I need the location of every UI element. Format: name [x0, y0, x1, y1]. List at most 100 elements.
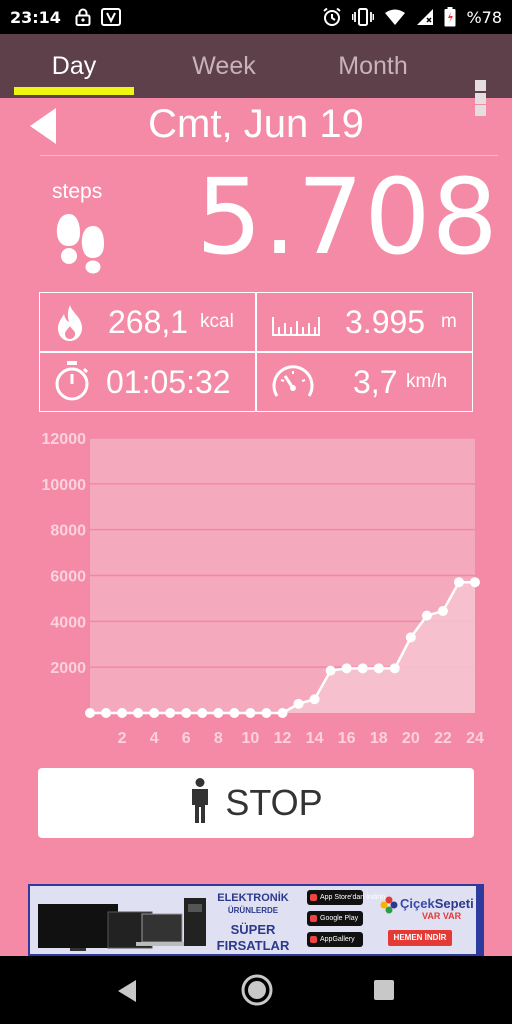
- calories-stat: 268,1 kcal: [40, 293, 255, 351]
- tab-week[interactable]: Week: [164, 34, 284, 98]
- ad-deals: FIRSATLAR: [216, 938, 290, 953]
- distance-stat: 3.995 m: [257, 293, 472, 351]
- chart-data-point: [373, 663, 384, 674]
- stats-grid: 268,1 kcal 3.995 m 01:05:32 3,7 km/h: [39, 292, 473, 412]
- stop-label: STOP: [225, 782, 323, 823]
- lock-icon: [75, 8, 91, 26]
- chart-svg: 200040006000800010000120002 4 6 8 10 12 14 16 18…: [42, 431, 485, 747]
- calories-value: 268,1: [108, 304, 189, 340]
- chart-data-point: [389, 663, 400, 674]
- footprints-icon: [54, 212, 108, 279]
- ad-banner[interactable]: ELEKTRONİK ÜRÜNLERDE SÜPER FIRSATLAR App…: [28, 884, 484, 956]
- brand-name-part2: Sepeti: [434, 896, 474, 911]
- nav-recent-apps-icon[interactable]: [374, 980, 394, 1000]
- brand-name: ÇiçekSepeti: [400, 896, 474, 911]
- chart-data-point: [245, 708, 256, 718]
- chart-data-point: [117, 708, 128, 718]
- chart-data-point: [85, 708, 95, 718]
- chart-data-point: [405, 632, 416, 643]
- ad-edge: [476, 886, 482, 954]
- chart-x-tick-label: 4: [150, 730, 159, 747]
- chart-data-point: [293, 698, 304, 709]
- appgallery-badge: AppGallery: [307, 932, 363, 947]
- app-icon: [100, 8, 121, 26]
- nav-home-icon[interactable]: [240, 973, 274, 1012]
- speed-unit: km/h: [406, 371, 448, 392]
- flame-icon: [53, 304, 87, 347]
- person-icon: [189, 777, 211, 829]
- distance-unit: m: [441, 311, 457, 332]
- alarm-icon: [322, 7, 342, 27]
- steps-label: steps: [52, 180, 103, 203]
- battery-icon: [444, 7, 456, 27]
- chart-x-tick-label: 2: [118, 730, 127, 747]
- chart-data-point: [261, 708, 272, 718]
- chart-data-point: [149, 708, 160, 718]
- chart-x-tick-label: 14: [306, 730, 324, 747]
- duration-value: 01:05:32: [106, 364, 231, 400]
- status-time: 23:14: [10, 7, 61, 27]
- distance-value: 3.995: [345, 304, 426, 340]
- chart-x-tick-label: 8: [214, 730, 223, 747]
- date-row: Cmt, Jun 19: [0, 98, 512, 156]
- chart-y-tick-label: 10000: [42, 477, 87, 494]
- brand-tagline: VAR VAR: [422, 911, 462, 921]
- brand-name-part1: Çiçek: [400, 896, 435, 911]
- chart-data-point: [437, 606, 448, 617]
- chart-x-tick-label: 10: [242, 730, 260, 747]
- duration-stat: 01:05:32: [40, 353, 255, 411]
- chart-data-point: [309, 694, 320, 705]
- chart-y-tick-label: 12000: [42, 431, 87, 448]
- speedometer-icon: [269, 360, 317, 407]
- chart-x-tick-label: 24: [466, 730, 484, 747]
- navigation-bar: [0, 956, 512, 1024]
- chart-data-point: [101, 708, 112, 718]
- chart-y-tick-label: 6000: [50, 569, 86, 586]
- chart-data-point: [197, 708, 208, 718]
- steps-count: 5.708: [196, 156, 499, 278]
- chart-data-point: [453, 577, 464, 588]
- speed-value: 3,7: [353, 364, 398, 400]
- chart-data-point: [325, 665, 336, 676]
- chart-x-tick-label: 6: [182, 730, 191, 747]
- overflow-dot: [474, 80, 486, 91]
- stopwatch-icon: [53, 360, 91, 407]
- speed-stat: 3,7 km/h: [257, 353, 472, 411]
- chart-x-tick-label: 22: [434, 730, 452, 747]
- ad-cta-button[interactable]: HEMEN İNDİR: [388, 930, 452, 946]
- chart-data-point: [421, 610, 432, 621]
- chart-y-tick-label: 8000: [50, 523, 86, 540]
- flower-logo-icon: [380, 896, 398, 919]
- battery-percent: %78: [466, 7, 502, 27]
- electronics-image: [38, 894, 208, 954]
- steps-chart: 2000 4000 6000 8000 10000 12000 2 4 6 8 10 12 14 16 18…: [0, 425, 512, 755]
- chart-x-tick-label: 16: [338, 730, 356, 747]
- chart-data-point: [470, 577, 480, 588]
- chart-data-point: [229, 708, 240, 718]
- status-bar: 23:14 %78: [0, 0, 512, 34]
- ad-subline: ÜRÜNLERDE: [227, 906, 279, 915]
- chart-data-point: [277, 708, 288, 718]
- chart-data-point: [341, 663, 352, 674]
- chart-y-tick-label: 2000: [50, 660, 86, 677]
- chart-data-point: [133, 708, 144, 718]
- chart-data-point: [181, 708, 192, 718]
- chart-x-tick-label: 20: [402, 730, 420, 747]
- nav-back-icon[interactable]: [116, 979, 138, 1008]
- signal-icon: [416, 9, 434, 25]
- ruler-icon: [271, 309, 321, 342]
- chart-x-tick-label: 18: [370, 730, 388, 747]
- chart-x-tick-label: 12: [274, 730, 292, 747]
- ad-headline: ELEKTRONİK: [217, 892, 289, 904]
- tab-month[interactable]: Month: [310, 34, 436, 98]
- chart-data-point: [165, 708, 176, 718]
- google-play-badge: Google Play: [307, 911, 363, 926]
- chart-data-point: [213, 708, 224, 718]
- chart-data-point: [357, 663, 368, 674]
- stop-button[interactable]: STOP: [38, 768, 474, 838]
- date-title: Cmt, Jun 19: [148, 102, 364, 146]
- active-tab-indicator: [14, 87, 134, 95]
- app-store-badge: App Store'dan İndirin: [307, 890, 385, 905]
- ad-super: SÜPER: [230, 922, 276, 937]
- chart-y-tick-label: 4000: [50, 614, 86, 631]
